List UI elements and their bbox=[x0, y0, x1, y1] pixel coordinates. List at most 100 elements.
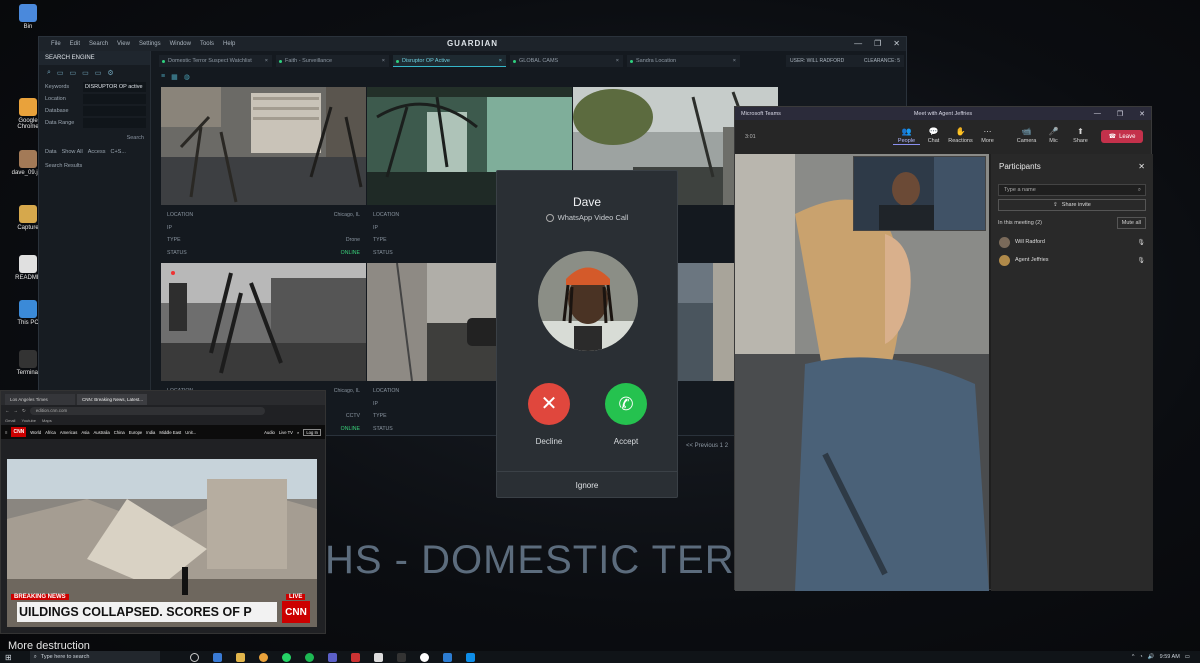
window-button[interactable]: ✕ bbox=[893, 39, 900, 48]
volume-icon[interactable]: 🔊 bbox=[1148, 654, 1155, 660]
browser-tab[interactable]: Los Angeles Times bbox=[5, 394, 75, 405]
tool-share[interactable]: ⬆ Share bbox=[1067, 126, 1094, 145]
accept-button[interactable]: ✆ bbox=[605, 383, 647, 425]
minimize-icon[interactable]: — bbox=[1094, 110, 1101, 118]
data-filter[interactable]: Data bbox=[45, 149, 57, 155]
back-icon[interactable]: ← bbox=[5, 408, 10, 413]
bookmark[interactable]: Maps bbox=[42, 418, 52, 423]
desktop-icon[interactable]: Bin bbox=[8, 4, 48, 30]
camera-feed[interactable] bbox=[161, 87, 366, 205]
spotify-icon[interactable] bbox=[304, 652, 314, 662]
tool-reactions[interactable]: ✋ Reactions bbox=[947, 126, 974, 145]
data-filter[interactable]: Access bbox=[88, 149, 106, 155]
cnn-nav-link[interactable]: Middle East bbox=[159, 430, 181, 435]
window-button[interactable]: — bbox=[854, 39, 862, 48]
participant-search-input[interactable]: Type a name ⌕ bbox=[998, 184, 1146, 196]
data-filter[interactable]: C+S... bbox=[110, 149, 125, 155]
teams-icon[interactable] bbox=[327, 652, 337, 662]
search-field-input[interactable] bbox=[83, 106, 146, 116]
tool-mic[interactable]: 🎤 Mic bbox=[1040, 126, 1067, 145]
url-field[interactable]: edition.cnn.com bbox=[29, 406, 265, 415]
cnn-nav-link[interactable]: Europe bbox=[129, 430, 143, 435]
app-icon[interactable] bbox=[350, 652, 360, 662]
mic-icon[interactable]: 🎙 bbox=[1137, 239, 1145, 246]
close-icon[interactable]: × bbox=[382, 58, 385, 64]
search-tool-icon[interactable]: ▭ bbox=[95, 69, 102, 77]
search-tool-icon[interactable]: ⌕ bbox=[47, 69, 51, 77]
search-icon[interactable]: ⌕ bbox=[297, 430, 299, 435]
participant-row[interactable]: Agent Jeffries 🎙 bbox=[991, 251, 1153, 269]
search-field-input[interactable] bbox=[83, 94, 146, 104]
in-meeting-label[interactable]: In this meeting (2) bbox=[998, 220, 1042, 226]
notification-icon[interactable]: ▭ bbox=[1185, 654, 1190, 660]
cnn-right-link[interactable]: Live TV bbox=[279, 430, 293, 435]
globe-icon[interactable]: ◍ bbox=[184, 73, 190, 83]
clock[interactable]: 9:59 AM bbox=[1160, 654, 1180, 660]
github-icon[interactable] bbox=[419, 652, 429, 662]
taskbar-search[interactable]: ⌕ Type here to search bbox=[29, 651, 160, 663]
search-field-input[interactable]: DISRUPTOR OP active bbox=[83, 82, 146, 92]
grid-icon[interactable]: ▦ bbox=[171, 73, 178, 83]
bookmark[interactable]: Youtube bbox=[21, 418, 36, 423]
tab-4[interactable]: Sandra Location × bbox=[627, 55, 740, 67]
login-button[interactable]: Log In bbox=[303, 428, 321, 436]
close-icon[interactable]: × bbox=[616, 58, 619, 64]
forward-icon[interactable]: → bbox=[14, 408, 19, 413]
cnn-nav-link[interactable]: Asia bbox=[81, 430, 89, 435]
whatsapp-icon[interactable] bbox=[281, 652, 291, 662]
cnn-logo[interactable]: CNN bbox=[11, 427, 27, 437]
chrome-icon[interactable] bbox=[258, 652, 268, 662]
close-icon[interactable]: ✕ bbox=[1139, 110, 1145, 118]
file-explorer-icon[interactable] bbox=[235, 652, 245, 662]
terminal-icon[interactable] bbox=[396, 652, 406, 662]
hamburger-icon[interactable]: ≡ bbox=[5, 430, 7, 435]
cnn-right-link[interactable]: Audio bbox=[264, 430, 275, 435]
search-tool-icon[interactable]: ⚙ bbox=[107, 69, 113, 77]
close-icon[interactable]: ✕ bbox=[1138, 162, 1145, 171]
decline-button[interactable]: ✕ bbox=[528, 383, 570, 425]
reload-icon[interactable]: ↻ bbox=[22, 408, 26, 414]
tab-3[interactable]: GLOBAL CAMS × bbox=[510, 55, 623, 67]
cnn-nav-link[interactable]: Unit... bbox=[185, 430, 196, 435]
tool-more[interactable]: ⋯ More bbox=[974, 126, 1001, 145]
menu-icon[interactable]: ≡ bbox=[161, 73, 165, 83]
mute-all-button[interactable]: Mute all bbox=[1116, 217, 1146, 229]
tool-camera[interactable]: 📹 Camera bbox=[1013, 126, 1040, 145]
chevron-up-icon[interactable]: ^ bbox=[1132, 654, 1135, 660]
participant-row[interactable]: Will Radford 🎙 bbox=[991, 233, 1153, 251]
mail-icon[interactable] bbox=[442, 652, 452, 662]
close-icon[interactable]: × bbox=[733, 58, 736, 64]
maximize-icon[interactable]: ❐ bbox=[1117, 110, 1123, 118]
pagination[interactable]: << Previous 1 2 bbox=[686, 443, 728, 449]
start-icon[interactable]: ⊞ bbox=[5, 653, 12, 662]
share-invite-button[interactable]: ⇪ Share invite bbox=[998, 199, 1146, 211]
network-icon[interactable]: ◔ bbox=[1139, 654, 1142, 660]
bookmark[interactable]: Gmail bbox=[5, 418, 15, 423]
edge-icon[interactable] bbox=[212, 652, 222, 662]
task-view-icon[interactable] bbox=[189, 652, 199, 662]
cnn-nav-link[interactable]: World bbox=[30, 430, 41, 435]
cnn-nav-link[interactable]: Americas bbox=[60, 430, 77, 435]
cnn-nav-link[interactable]: Australia bbox=[93, 430, 109, 435]
browser-tab[interactable]: CNN: Breaking News, Latest... bbox=[77, 394, 147, 405]
tab-2[interactable]: Disruptor OP Active × bbox=[393, 55, 506, 67]
cnn-nav-link[interactable]: China bbox=[114, 430, 125, 435]
tool-chat[interactable]: 💬 Chat bbox=[920, 126, 947, 145]
mic-icon[interactable]: 🎙 bbox=[1137, 257, 1145, 264]
tool-people[interactable]: 👥 People bbox=[893, 126, 920, 145]
search-field-input[interactable] bbox=[83, 118, 146, 128]
data-filter[interactable]: Show All bbox=[62, 149, 83, 155]
cnn-nav-link[interactable]: India bbox=[146, 430, 155, 435]
close-icon[interactable]: × bbox=[499, 58, 502, 64]
ignore-button[interactable]: Ignore bbox=[497, 471, 677, 499]
camera-feed[interactable] bbox=[161, 263, 366, 381]
close-icon[interactable]: × bbox=[265, 58, 268, 64]
search-tool-icon[interactable]: ▭ bbox=[82, 69, 89, 77]
search-tool-icon[interactable]: ▭ bbox=[70, 69, 77, 77]
search-tool-icon[interactable]: ▭ bbox=[57, 69, 64, 77]
window-button[interactable]: ❐ bbox=[874, 39, 881, 48]
tab-0[interactable]: Domestic Terror Suspect Watchlist × bbox=[159, 55, 272, 67]
leave-button[interactable]: ☎ Leave bbox=[1101, 130, 1143, 143]
tab-1[interactable]: Faith - Surveillance × bbox=[276, 55, 389, 67]
cnn-nav-link[interactable]: Africa bbox=[45, 430, 56, 435]
